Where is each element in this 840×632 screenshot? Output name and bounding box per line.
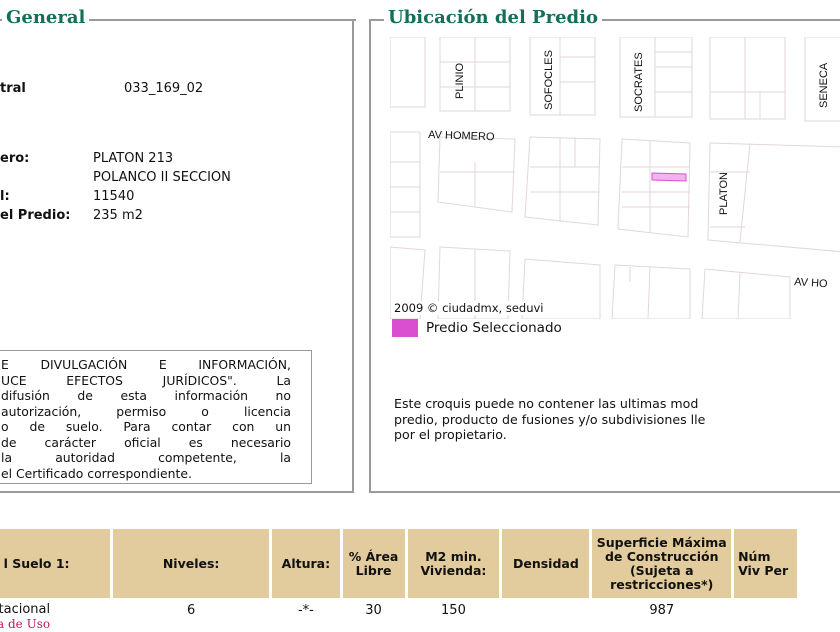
superficie-value: 235 m2	[93, 208, 143, 223]
header-niveles: Niveles:	[113, 529, 270, 598]
street-av-homero: AV HOMERO	[428, 129, 495, 143]
note-line: Este croquis puede no contener las ultim…	[394, 396, 699, 411]
street-socrates: SOCRATES	[633, 52, 645, 112]
m2-min-value: 150	[441, 603, 466, 618]
altura-value: -*-	[297, 603, 314, 618]
colonia-value: POLANCO II SECCION	[93, 170, 231, 185]
calle-value: PLATON 213	[93, 151, 174, 166]
map-note: Este croquis puede no contener las ultim…	[394, 396, 705, 443]
street-platon: PLATON	[718, 172, 730, 215]
disclaimer-line: UCE EFECTOS JURÍDICOS". La	[1, 372, 291, 388]
disclaimer-line: difusión de esta información no	[1, 388, 291, 403]
disclaimer-line: E DIVULGACIÓN E INFORMACIÓN,	[1, 357, 291, 372]
table-row: tacional bla de Uso 6 -*- 30 150 987	[0, 598, 797, 632]
map-blocks: PLINIO SOFOCLES SOCRATES SENECA AV HOMER…	[390, 37, 840, 319]
header-superficie-max: Superficie Máxima de Construcción (Sujet…	[592, 529, 732, 598]
legend-swatch	[392, 319, 418, 337]
table-header-row: l Suelo 1: Niveles: Altura: % Área Libre…	[0, 529, 797, 598]
disclaimer-line: de carácter oficial es necesario	[1, 434, 291, 450]
cuenta-label: tral	[0, 81, 26, 96]
calle-label: ero:	[0, 151, 30, 166]
zoning-table: l Suelo 1: Niveles: Altura: % Área Libre…	[0, 529, 800, 632]
header-m2-min: M2 min. Vivienda:	[407, 529, 500, 598]
disclaimer-line: la autoridad competente, la	[1, 450, 291, 465]
uso-value: tacional	[0, 602, 51, 617]
selected-lot	[651, 172, 687, 182]
niveles-value: 6	[186, 603, 196, 618]
header-altura: Altura:	[272, 529, 340, 598]
area-libre-value: 30	[365, 603, 382, 618]
disclaimer-box: E DIVULGACIÓN E INFORMACIÓN, UCE EFECTOS…	[0, 350, 312, 484]
location-map[interactable]: PLINIO SOFOCLES SOCRATES SENECA AV HOMER…	[390, 37, 840, 319]
note-line: predio, producto de fusiones y/o subdivi…	[394, 411, 706, 427]
ubicacion-title: Ubicación del Predio	[384, 7, 602, 29]
note-line: por el propietario.	[394, 427, 507, 442]
street-sofocles: SOFOCLES	[543, 50, 555, 110]
header-num-viviendas: Núm Viv Per	[734, 529, 797, 598]
densidad-value	[502, 598, 589, 632]
header-area-libre: % Área Libre	[342, 529, 405, 598]
street-plinio: PLINIO	[454, 62, 466, 99]
disclaimer-line: o de suelo. Para contar con un	[1, 419, 291, 434]
street-av-homero-2: AV HO	[794, 276, 829, 290]
num-viviendas-value	[734, 598, 797, 632]
legend-label: Predio Seleccionado	[426, 320, 562, 336]
street-seneca: SENECA	[818, 62, 830, 108]
cp-label: l:	[0, 189, 10, 204]
header-densidad: Densidad	[502, 529, 590, 598]
map-credit: 2009 © ciudadmx, seduvi	[394, 301, 548, 315]
disclaimer-line: el Certificado correspondiente.	[1, 465, 192, 481]
superficie-label: el Predio:	[0, 208, 71, 223]
cp-value: 11540	[93, 189, 135, 204]
superficie-max-value: 987	[649, 603, 675, 618]
tabla-uso-link[interactable]: bla de Uso	[0, 617, 50, 631]
cuenta-value: 033_169_02	[124, 81, 204, 96]
header-uso: l Suelo 1:	[0, 529, 111, 598]
disclaimer-line: autorización, permiso o licencia	[1, 403, 291, 419]
general-title: General	[2, 7, 90, 29]
